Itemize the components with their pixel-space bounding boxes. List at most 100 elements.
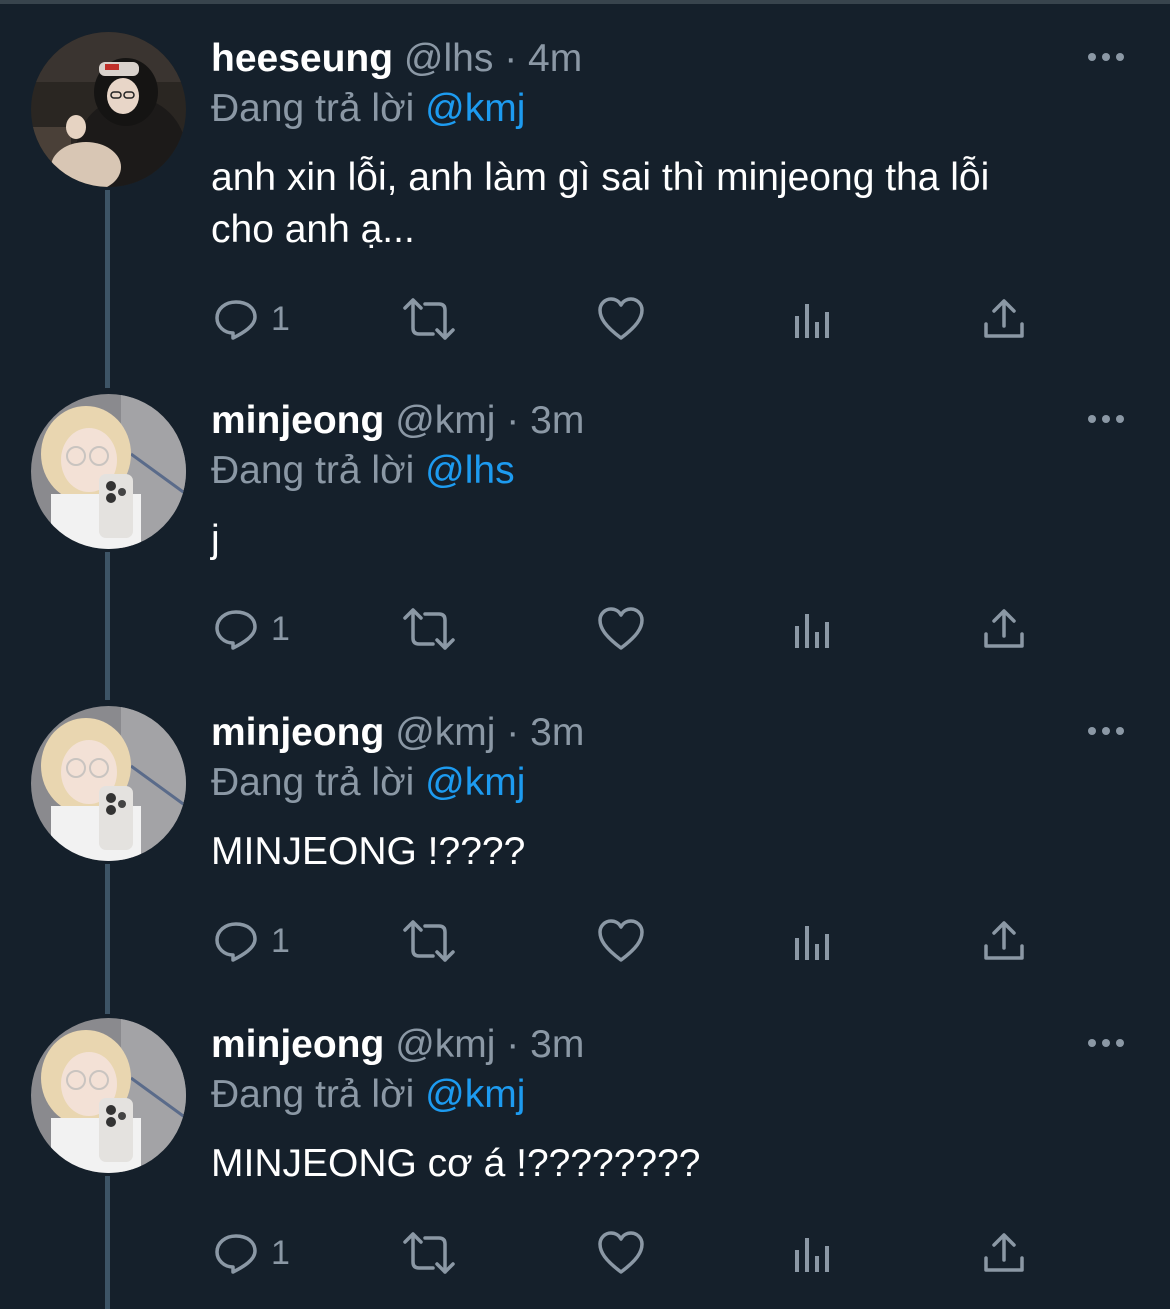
timestamp[interactable]: 3m — [530, 1023, 584, 1066]
like-button[interactable] — [597, 916, 645, 966]
share-icon — [984, 609, 1024, 648]
tweet-text-line: j — [211, 518, 220, 561]
user-handle[interactable]: @lhs — [404, 37, 493, 80]
tweet[interactable]: heeseung @lhs · 4m Đang trả lời @kmj anh… — [0, 32, 1170, 372]
avatar-heeseung[interactable] — [31, 32, 186, 187]
views-icon — [795, 926, 829, 960]
tweet-text: MINJEONG !???? — [211, 826, 1111, 878]
replying-to-label: Đang trả lời — [211, 761, 415, 804]
tweet-text-line: MINJEONG !???? — [211, 830, 526, 873]
reply-icon — [215, 1234, 257, 1274]
mention-link[interactable]: @kmj — [425, 761, 525, 804]
share-icon — [984, 1233, 1024, 1272]
avatar-minjeong[interactable] — [31, 1018, 186, 1173]
reply-count: 1 — [271, 609, 290, 648]
tweet-text: anh xin lỗi, anh làm gì sai thì minjeong… — [211, 152, 1111, 256]
user-handle[interactable]: @kmj — [395, 711, 495, 754]
timestamp[interactable]: 3m — [530, 711, 584, 754]
tweet-text-line: MINJEONG cơ á !???????? — [211, 1142, 701, 1185]
replying-to: Đang trả lời @lhs — [211, 444, 515, 498]
display-name[interactable]: minjeong — [211, 1023, 384, 1066]
display-name[interactable]: heeseung — [211, 37, 393, 80]
retweet-button[interactable] — [401, 916, 457, 966]
share-button[interactable] — [982, 604, 1026, 654]
avatar-minjeong[interactable] — [31, 394, 186, 549]
replying-to-label: Đang trả lời — [211, 1073, 415, 1116]
share-icon — [984, 921, 1024, 960]
like-button[interactable] — [597, 294, 645, 344]
share-icon — [984, 299, 1024, 338]
views-button[interactable] — [793, 604, 833, 654]
replying-to: Đang trả lời @kmj — [211, 1068, 525, 1122]
separator: · — [506, 399, 520, 442]
retweet-icon — [403, 920, 455, 962]
tweet[interactable]: minjeong @kmj · 3m Đang trả lời @kmj MIN… — [0, 706, 1170, 986]
reply-button[interactable]: 1 — [213, 1228, 290, 1278]
tweet-header: minjeong @kmj · 3m — [211, 1018, 584, 1072]
retweet-button[interactable] — [401, 1228, 457, 1278]
views-icon — [795, 1238, 829, 1272]
separator: · — [506, 1023, 520, 1066]
views-button[interactable] — [793, 916, 833, 966]
tweet-header: heeseung @lhs · 4m — [211, 32, 582, 86]
user-handle[interactable]: @kmj — [395, 399, 495, 442]
like-button[interactable] — [597, 1228, 645, 1278]
more-icon[interactable] — [1086, 721, 1126, 741]
retweet-icon — [403, 298, 455, 340]
action-bar: 1 — [0, 916, 1170, 966]
reply-button[interactable]: 1 — [213, 604, 290, 654]
retweet-button[interactable] — [401, 294, 457, 344]
views-button[interactable] — [793, 1228, 833, 1278]
replying-to-label: Đang trả lời — [211, 87, 415, 130]
mention-link[interactable]: @lhs — [425, 449, 514, 492]
reply-button[interactable]: 1 — [213, 294, 290, 344]
tweet-text-line: anh xin lỗi, anh làm gì sai thì minjeong… — [211, 156, 990, 199]
reply-count: 1 — [271, 921, 290, 960]
heart-icon — [598, 919, 644, 962]
heart-icon — [598, 297, 644, 340]
replying-to: Đang trả lời @kmj — [211, 82, 525, 136]
tweet-text-line: cho anh ạ... — [211, 208, 415, 251]
replying-to-label: Đang trả lời — [211, 449, 415, 492]
like-button[interactable] — [597, 604, 645, 654]
share-button[interactable] — [982, 294, 1026, 344]
share-button[interactable] — [982, 916, 1026, 966]
tweet-text: j — [211, 514, 1111, 566]
share-button[interactable] — [982, 1228, 1026, 1278]
tweet[interactable]: minjeong @kmj · 3m Đang trả lời @lhs j 1 — [0, 394, 1170, 674]
display-name[interactable]: minjeong — [211, 711, 384, 754]
action-bar: 1 — [0, 1228, 1170, 1278]
views-icon — [795, 614, 829, 648]
retweet-button[interactable] — [401, 604, 457, 654]
reply-count: 1 — [271, 299, 290, 338]
tweet-text: MINJEONG cơ á !???????? — [211, 1138, 1111, 1190]
top-divider — [0, 0, 1170, 4]
action-bar: 1 — [0, 604, 1170, 654]
more-icon[interactable] — [1086, 47, 1126, 67]
reply-icon — [215, 610, 257, 650]
separator: · — [506, 711, 520, 754]
retweet-icon — [403, 1232, 455, 1274]
display-name[interactable]: minjeong — [211, 399, 384, 442]
retweet-icon — [403, 608, 455, 650]
replying-to: Đang trả lời @kmj — [211, 756, 525, 810]
reply-button[interactable]: 1 — [213, 916, 290, 966]
timestamp[interactable]: 4m — [528, 37, 582, 80]
heart-icon — [598, 607, 644, 650]
heart-icon — [598, 1231, 644, 1274]
more-icon[interactable] — [1086, 1033, 1126, 1053]
reply-count: 1 — [271, 1233, 290, 1272]
views-icon — [795, 304, 829, 338]
views-button[interactable] — [793, 294, 833, 344]
avatar-minjeong[interactable] — [31, 706, 186, 861]
timestamp[interactable]: 3m — [530, 399, 584, 442]
user-handle[interactable]: @kmj — [395, 1023, 495, 1066]
mention-link[interactable]: @kmj — [425, 87, 525, 130]
reply-icon — [215, 300, 257, 340]
separator: · — [504, 37, 518, 80]
mention-link[interactable]: @kmj — [425, 1073, 525, 1116]
tweet[interactable]: minjeong @kmj · 3m Đang trả lời @kmj MIN… — [0, 1018, 1170, 1298]
tweet-header: minjeong @kmj · 3m — [211, 706, 584, 760]
more-icon[interactable] — [1086, 409, 1126, 429]
action-bar: 1 — [0, 294, 1170, 344]
